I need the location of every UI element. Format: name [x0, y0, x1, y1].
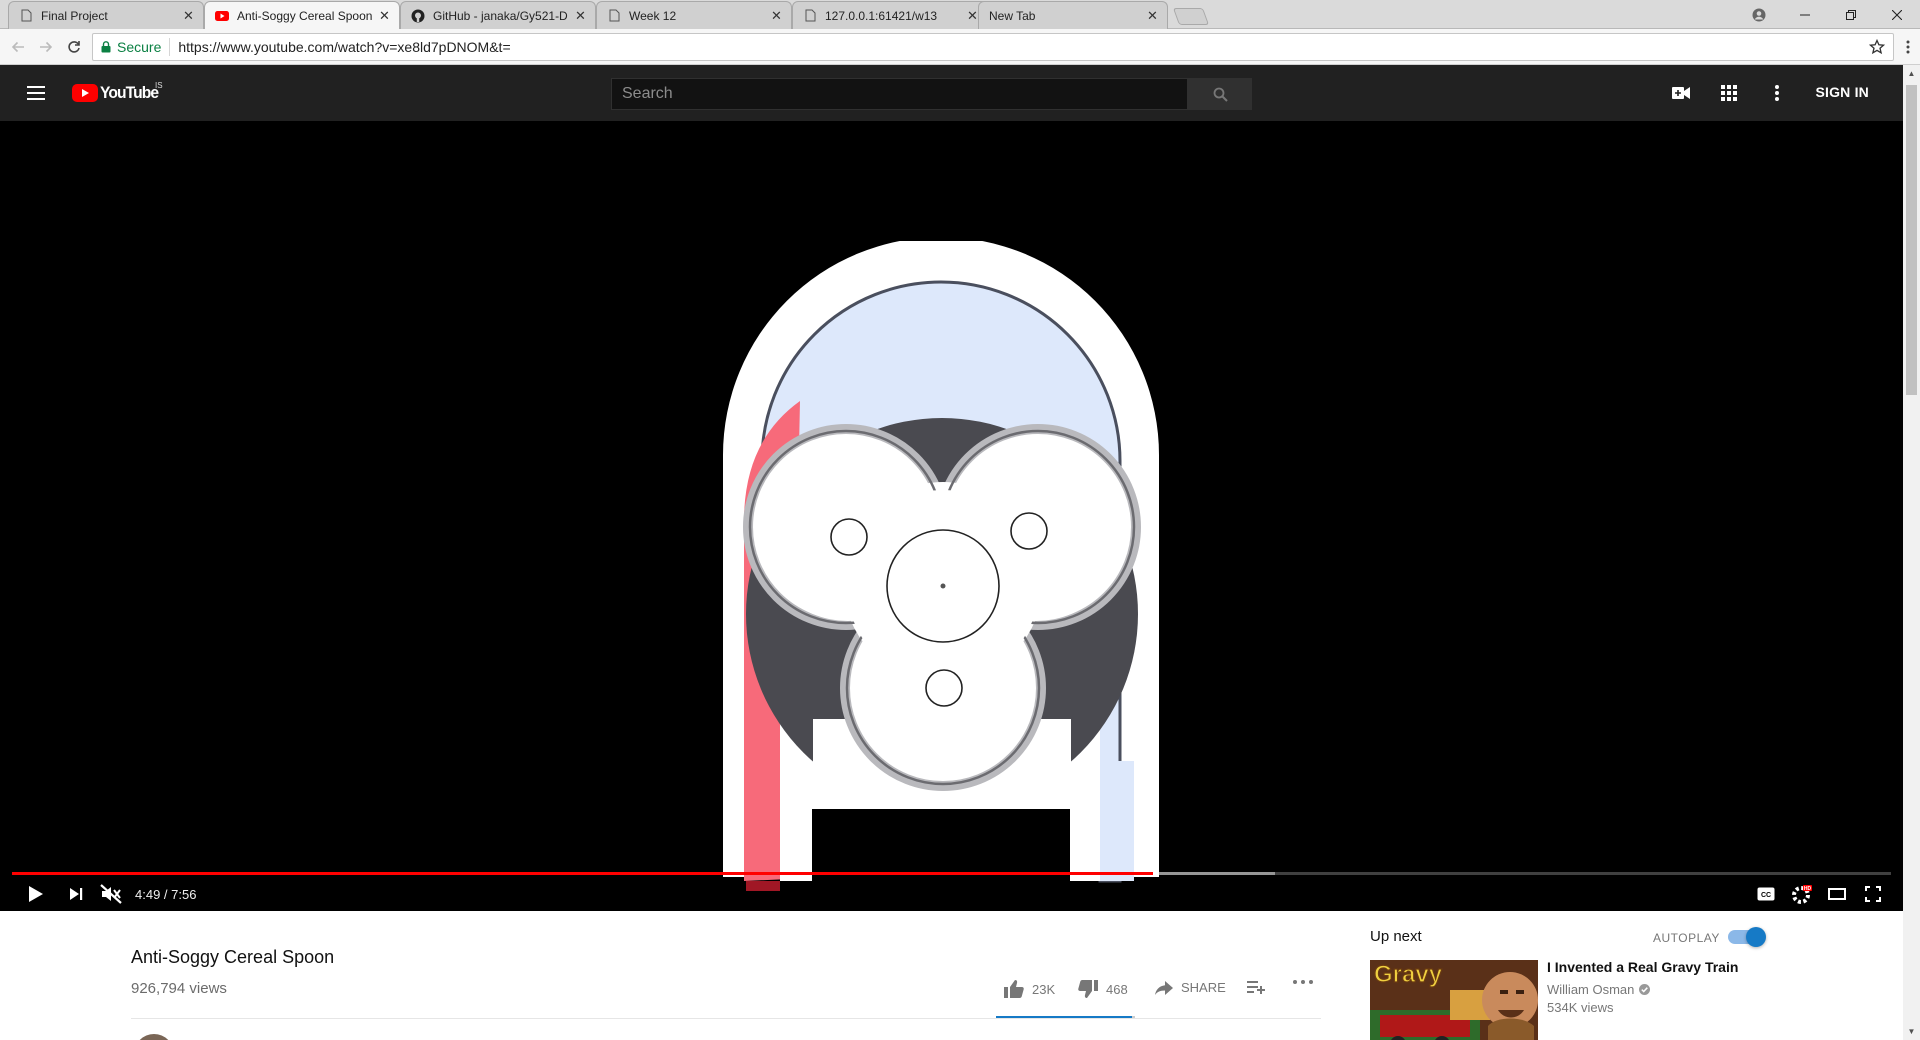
bookmark-star-icon[interactable] — [1868, 38, 1886, 58]
next-icon — [70, 888, 83, 900]
channel-avatar[interactable] — [134, 1034, 174, 1040]
apps-grid-icon[interactable] — [1717, 81, 1741, 105]
add-to-playlist-icon — [1247, 980, 1265, 994]
upload-video-icon[interactable] — [1669, 81, 1693, 105]
youtube-logo[interactable]: YouTube IS — [72, 81, 163, 104]
github-icon — [411, 9, 425, 23]
thumbnail-caption: Gravy — [1374, 961, 1443, 988]
scroll-up-arrow-icon[interactable]: ▲ — [1903, 65, 1920, 82]
share-arrow-icon — [1155, 980, 1173, 995]
page-scrollbar[interactable]: ▲ ▼ — [1903, 65, 1920, 1040]
muted-speaker-icon — [100, 884, 122, 904]
tab-close-icon[interactable]: ✕ — [575, 9, 587, 22]
dislike-count: 468 — [1106, 981, 1128, 997]
profile-icon[interactable] — [1736, 0, 1782, 29]
theater-mode-icon — [1828, 888, 1846, 900]
thumbnail-image: Gravy — [1370, 960, 1538, 1040]
browser-toolbar: Secure https://www.youtube.com/watch?v=x… — [0, 29, 1920, 65]
dislike-button[interactable]: 468 — [1078, 980, 1128, 998]
more-actions-button[interactable] — [1293, 980, 1321, 984]
hamburger-menu-icon[interactable] — [24, 81, 48, 105]
url-text[interactable]: https://www.youtube.com/watch?v=xe8ld7pD… — [170, 39, 1893, 55]
gear-icon: HD — [1792, 885, 1812, 904]
tab-close-icon[interactable]: ✕ — [1147, 9, 1159, 22]
page-icon — [607, 9, 621, 23]
recommended-video-title[interactable]: I Invented a Real Gravy Train — [1547, 959, 1738, 975]
recommended-channel-name: William Osman — [1547, 982, 1635, 997]
up-next-heading: Up next — [1370, 928, 1422, 945]
tab-close-icon[interactable]: ✕ — [379, 9, 391, 22]
forward-icon[interactable] — [34, 35, 58, 59]
fullscreen-button[interactable] — [1858, 879, 1888, 909]
progress-played — [12, 872, 1153, 875]
scroll-down-arrow-icon[interactable]: ▼ — [1903, 1023, 1920, 1040]
search-input[interactable] — [611, 78, 1188, 110]
tab-anti-soggy-cereal-spoon[interactable]: Anti-Soggy Cereal Spoon ✕ — [204, 1, 400, 29]
fullscreen-icon — [1865, 886, 1881, 902]
like-count: 23K — [1032, 981, 1056, 997]
settings-button[interactable]: HD — [1786, 879, 1818, 909]
time-display: 4:49 / 7:56 — [135, 887, 197, 902]
progress-bar[interactable] — [12, 872, 1891, 875]
restore-icon[interactable] — [1828, 0, 1874, 29]
tab-new-tab[interactable]: New Tab ✕ — [978, 1, 1168, 29]
video-title: Anti-Soggy Cereal Spoon — [131, 947, 335, 967]
tab-week-12[interactable]: Week 12 ✕ — [596, 1, 792, 29]
mute-button[interactable] — [96, 879, 126, 909]
youtube-favicon — [215, 9, 229, 23]
search-icon — [1213, 87, 1228, 102]
lock-icon — [101, 41, 111, 53]
video-player[interactable]: 4:49 / 7:56 CC HD — [0, 121, 1903, 911]
reload-icon[interactable] — [62, 35, 86, 59]
tab-final-project[interactable]: Final Project ✕ — [8, 1, 204, 29]
theater-mode-button[interactable] — [1822, 879, 1852, 909]
new-tab-button[interactable] — [1172, 8, 1210, 25]
minimize-icon[interactable] — [1782, 0, 1828, 29]
youtube-masthead: YouTube IS SIGN IN — [0, 65, 1903, 121]
tab-github[interactable]: GitHub - janaka/Gy521-D ✕ — [400, 1, 596, 29]
close-window-icon[interactable] — [1874, 0, 1920, 29]
add-to-playlist-button[interactable] — [1247, 980, 1273, 994]
autoplay-toggle[interactable] — [1728, 927, 1766, 947]
more-horizontal-icon — [1293, 980, 1313, 984]
recommended-view-count: 534K views — [1547, 1000, 1614, 1015]
play-button[interactable] — [22, 879, 50, 909]
browser-menu-icon[interactable] — [1896, 35, 1920, 59]
share-label: SHARE — [1181, 980, 1226, 995]
svg-text:HD: HD — [1804, 886, 1812, 892]
svg-text:CC: CC — [1761, 892, 1771, 899]
captions-icon: CC — [1757, 887, 1775, 901]
tab-localhost-w13[interactable]: 127.0.0.1:61421/w13 ✕ — [792, 1, 988, 29]
content-divider — [131, 1018, 1321, 1019]
secure-label: Secure — [117, 39, 162, 55]
youtube-play-logo-icon — [72, 84, 98, 102]
captions-button[interactable]: CC — [1751, 879, 1781, 909]
secure-indicator[interactable]: Secure — [93, 38, 171, 56]
play-icon — [29, 886, 43, 902]
search-bar — [611, 78, 1252, 110]
more-options-icon[interactable] — [1765, 81, 1789, 105]
verified-badge-icon — [1639, 984, 1651, 995]
next-button[interactable] — [62, 879, 90, 909]
share-button[interactable]: SHARE — [1155, 980, 1226, 995]
view-count: 926,794 views — [131, 980, 227, 997]
like-button[interactable]: 23K — [1004, 980, 1055, 998]
thumbs-down-icon — [1078, 980, 1098, 998]
country-code: IS — [155, 81, 163, 90]
page-icon — [19, 9, 33, 23]
scrollbar-thumb[interactable] — [1906, 85, 1917, 395]
tab-close-icon[interactable]: ✕ — [771, 9, 783, 22]
page-icon — [803, 9, 817, 23]
tab-strip: Final Project ✕ Anti-Soggy Cereal Spoon … — [0, 0, 1920, 29]
thumbs-up-icon — [1004, 980, 1024, 998]
autoplay-label: AUTOPLAY — [1653, 931, 1720, 945]
tab-close-icon[interactable]: ✕ — [183, 9, 195, 22]
search-button[interactable] — [1188, 78, 1252, 110]
recommended-channel[interactable]: William Osman — [1547, 982, 1651, 997]
video-frame-illustration — [723, 241, 1159, 891]
sign-in-button[interactable]: SIGN IN — [1815, 84, 1869, 100]
back-icon[interactable] — [6, 35, 30, 59]
address-bar[interactable]: Secure https://www.youtube.com/watch?v=x… — [92, 33, 1894, 61]
recommended-video-thumbnail[interactable]: Gravy — [1370, 960, 1538, 1040]
